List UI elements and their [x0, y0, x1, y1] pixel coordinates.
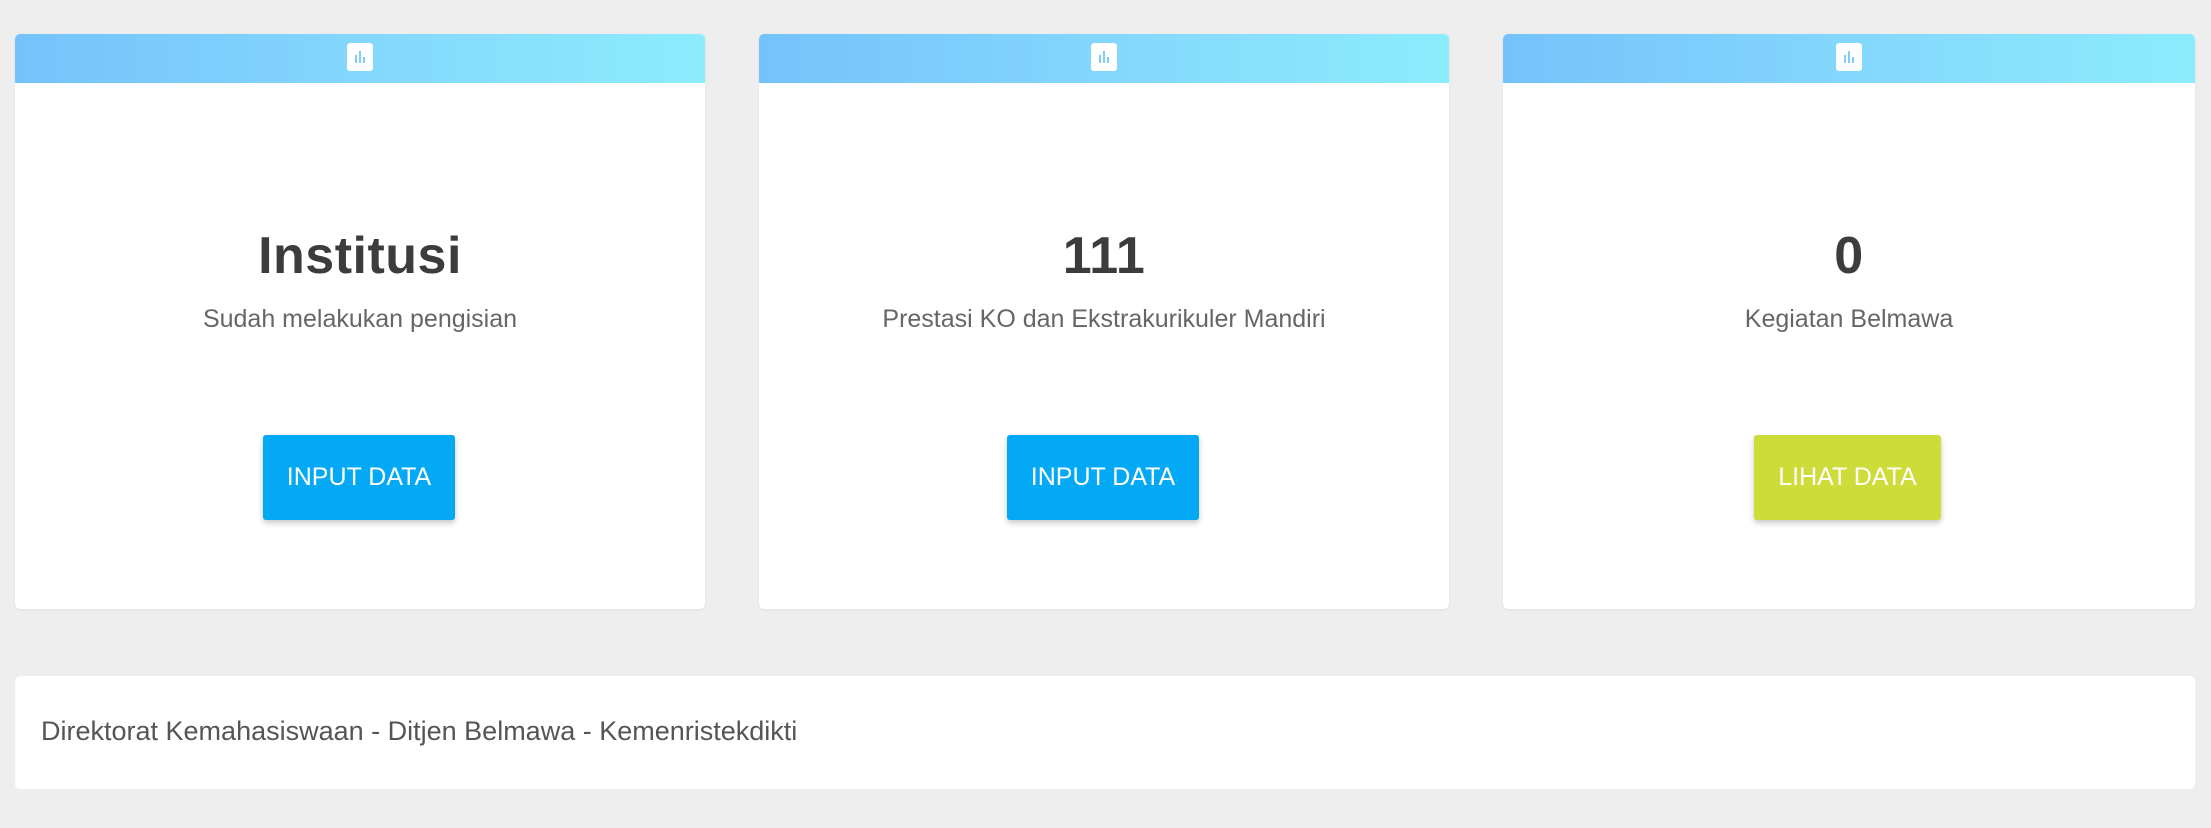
- card-kegiatan: 0 Kegiatan Belmawa LIHAT DATA: [1503, 34, 2195, 609]
- footer-text: Direktorat Kemahasiswaan - Ditjen Belmaw…: [41, 716, 798, 746]
- footer: Direktorat Kemahasiswaan - Ditjen Belmaw…: [15, 676, 2195, 789]
- card-label: Kegiatan Belmawa: [1744, 305, 1954, 333]
- card-institusi: Institusi Sudah melakukan pengisian INPU…: [15, 34, 705, 609]
- input-data-button[interactable]: INPUT DATA: [263, 435, 455, 520]
- lihat-data-button[interactable]: LIHAT DATA: [1754, 435, 1941, 520]
- bar-chart-icon: [347, 43, 373, 71]
- card-header: [15, 34, 705, 83]
- card-prestasi: 111 Prestasi KO dan Ekstrakurikuler Mand…: [759, 34, 1449, 609]
- card-header: [759, 34, 1449, 83]
- bar-chart-icon: [1836, 43, 1862, 71]
- card-value: 0: [1834, 227, 1864, 285]
- dashboard-page: Institusi Sudah melakukan pengisian INPU…: [0, 0, 2211, 828]
- card-value: Institusi: [258, 227, 462, 285]
- card-label: Sudah melakukan pengisian: [202, 305, 518, 333]
- card-label: Prestasi KO dan Ekstrakurikuler Mandiri: [882, 305, 1326, 333]
- input-data-button[interactable]: INPUT DATA: [1007, 435, 1199, 520]
- card-value: 111: [1062, 227, 1146, 285]
- bar-chart-icon: [1091, 43, 1117, 71]
- card-header: [1503, 34, 2195, 83]
